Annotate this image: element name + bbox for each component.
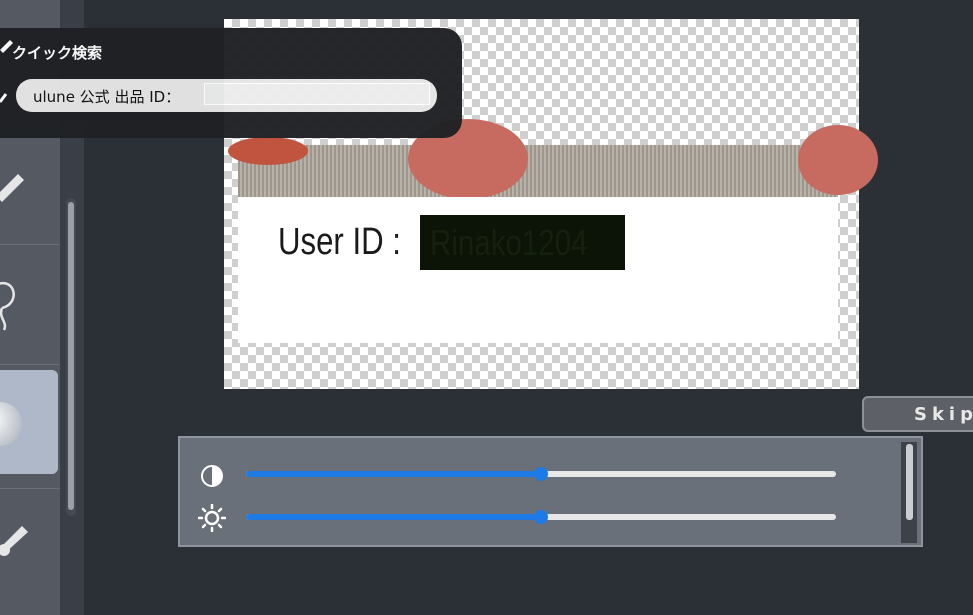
photo-fragment xyxy=(228,119,878,199)
quick-search-title: クイック検索 xyxy=(12,44,103,62)
contrast-slider-knob[interactable] xyxy=(534,467,548,481)
contrast-slider-fill xyxy=(246,471,541,477)
user-id-value: Rinako1204 xyxy=(430,222,588,263)
tool-divider xyxy=(0,244,60,245)
brush-icon xyxy=(0,526,28,556)
brightness-icon xyxy=(198,504,226,532)
skip-button[interactable]: Skip xyxy=(862,396,973,432)
toolbar-scroll-thumb[interactable] xyxy=(68,202,74,510)
brightness-slider-knob[interactable] xyxy=(534,510,548,524)
pen-icon xyxy=(0,174,24,202)
brightness-slider[interactable] xyxy=(246,510,836,524)
photo-blob xyxy=(798,125,878,195)
tool-fill[interactable] xyxy=(0,370,58,474)
user-id-card: User ID : Rinako1204 xyxy=(238,197,838,343)
contrast-slider[interactable] xyxy=(246,467,836,481)
contrast-icon xyxy=(201,465,223,487)
adjustment-panel xyxy=(178,436,923,547)
search-arrow-icon xyxy=(0,93,8,103)
quick-search-field[interactable]: ulune 公式 出品 ID： xyxy=(16,79,437,112)
tool-brush[interactable] xyxy=(0,494,58,594)
circle-fill-icon xyxy=(0,402,22,446)
brightness-slider-fill xyxy=(246,514,541,520)
panel-scroll-thumb[interactable] xyxy=(906,444,913,520)
user-id-label: User ID : xyxy=(278,221,401,263)
tool-divider xyxy=(0,364,60,365)
quick-search-popup: クイック検索 ulune 公式 出品 ID： xyxy=(0,28,462,138)
tool-divider xyxy=(0,488,60,489)
photo-blob xyxy=(228,137,308,165)
quick-search-prefix: ulune 公式 出品 ID： xyxy=(33,88,181,106)
tool-lasso[interactable] xyxy=(0,248,58,360)
lasso-icon xyxy=(0,281,15,331)
quick-search-input[interactable] xyxy=(204,83,430,105)
tool-pen[interactable] xyxy=(0,140,58,240)
